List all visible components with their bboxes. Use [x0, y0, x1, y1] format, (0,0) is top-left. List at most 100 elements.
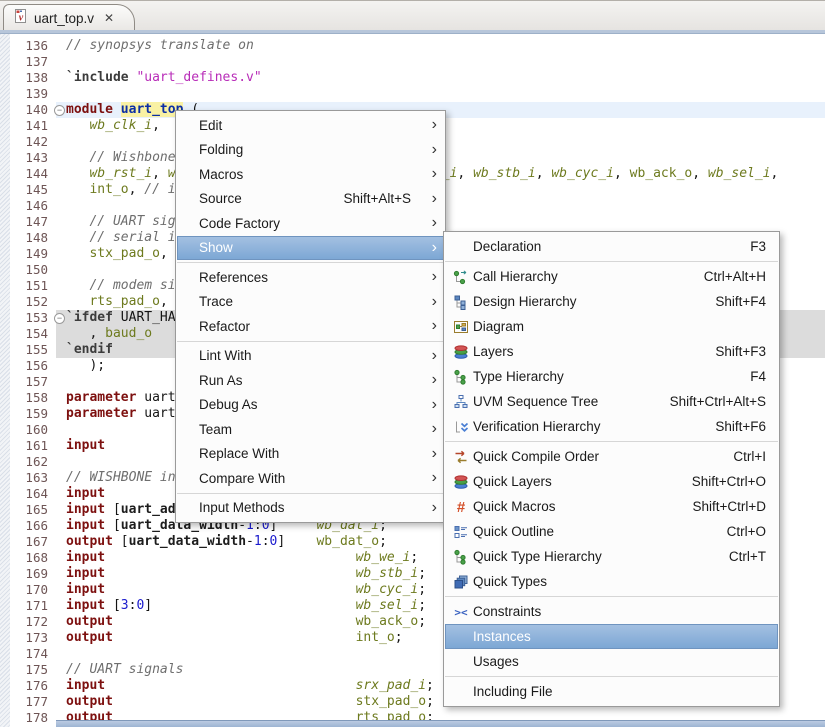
code-token: ,	[129, 182, 145, 197]
menu-item-diagram[interactable]: Diagram	[445, 314, 778, 339]
code-line	[66, 54, 825, 70]
code-token	[66, 150, 89, 165]
svg-text:#: #	[457, 499, 466, 515]
menu-item-constraints[interactable]: ><Constraints	[445, 599, 778, 624]
menu-item-folding[interactable]: Folding›	[177, 138, 444, 163]
code-token: ,	[66, 326, 105, 341]
menu-item-lint-with[interactable]: Lint With›	[177, 344, 444, 369]
submenu-arrow-icon: ›	[421, 372, 444, 388]
menu-item-run-as[interactable]: Run As›	[177, 368, 444, 393]
menu-separator	[177, 493, 444, 494]
code-token: ;	[418, 582, 426, 597]
menu-item-uvm-sequence-tree[interactable]: UVM Sequence TreeShift+Ctrl+Alt+S	[445, 389, 778, 414]
fold-collapse-icon[interactable]: −	[54, 313, 65, 324]
blank-icon	[451, 239, 471, 255]
menu-item-shortcut: Ctrl+T	[729, 549, 778, 564]
menu-item-input-methods[interactable]: Input Methods›	[177, 496, 444, 521]
line-number: 175	[10, 662, 52, 678]
menu-item-label: Input Methods	[199, 500, 285, 515]
line-number: 158	[10, 390, 52, 406]
menu-item-shortcut: Shift+Alt+S	[343, 191, 421, 206]
menu-item-label: Quick Compile Order	[473, 449, 599, 464]
fold-collapse-icon[interactable]: −	[54, 105, 65, 116]
blank-icon	[451, 684, 471, 700]
menu-item-quick-compile-order[interactable]: Quick Compile Order Ctrl+I	[445, 444, 778, 469]
menu-item-replace-with[interactable]: Replace With›	[177, 442, 444, 467]
code-token	[105, 550, 355, 565]
menu-item-trace[interactable]: Trace›	[177, 290, 444, 315]
menu-item-references[interactable]: References›	[177, 265, 444, 290]
line-number: 148	[10, 230, 52, 246]
menu-item-edit[interactable]: Edit›	[177, 113, 444, 138]
line-number-ruler[interactable]: 1361371381391401411421431441451461471481…	[10, 38, 52, 726]
line-number: 176	[10, 678, 52, 694]
submenu-arrow-icon: ›	[421, 215, 444, 231]
menu-item-label: Debug As	[199, 397, 258, 412]
menu-item-label: Usages	[473, 654, 519, 669]
code-token: ;	[379, 534, 387, 549]
menu-separator	[445, 261, 778, 262]
menu-item-usages[interactable]: Usages	[445, 649, 778, 674]
code-token	[66, 214, 89, 229]
menu-item-show[interactable]: Show›	[177, 236, 444, 261]
menu-item-instances[interactable]: Instances	[445, 624, 778, 649]
menu-item-debug-as[interactable]: Debug As›	[177, 393, 444, 418]
code-token: wb_sel_i	[356, 598, 419, 613]
menu-separator	[177, 262, 444, 263]
menu-item-label: Declaration	[473, 239, 541, 254]
menu-item-declaration[interactable]: DeclarationF3	[445, 234, 778, 259]
menu-item-label: Quick Types	[473, 574, 547, 589]
menu-item-including-file[interactable]: Including File	[445, 679, 778, 704]
tab-uart-top-v[interactable]: v uart_top.v ✕	[3, 4, 135, 31]
menu-item-label: UVM Sequence Tree	[473, 394, 598, 409]
line-number: 155	[10, 342, 52, 358]
editor-tab-bar: v uart_top.v ✕	[0, 0, 825, 30]
menu-item-label: Type Hierarchy	[473, 369, 564, 384]
code-token: ,	[692, 166, 708, 181]
menu-item-refactor[interactable]: Refactor›	[177, 314, 444, 339]
quick-macros-icon: #	[451, 499, 471, 515]
submenu-arrow-icon: ›	[421, 294, 444, 310]
menu-item-label: Lint With	[199, 348, 252, 363]
code-token: wb_stb_i	[356, 566, 419, 581]
line-number: 152	[10, 294, 52, 310]
menu-item-call-hierarchy[interactable]: Call HierarchyCtrl+Alt+H	[445, 264, 778, 289]
code-token	[152, 598, 356, 613]
menu-item-quick-macros[interactable]: #Quick MacrosShift+Ctrl+D	[445, 494, 778, 519]
horizontal-scrollbar[interactable]	[56, 720, 825, 727]
code-token: ,	[152, 166, 168, 181]
line-number: 167	[10, 534, 52, 550]
tab-close-icon[interactable]: ✕	[104, 11, 114, 25]
layers-icon	[451, 344, 471, 360]
menu-item-shortcut: Shift+F6	[715, 419, 778, 434]
menu-item-shortcut: F4	[750, 369, 778, 384]
menu-item-source[interactable]: SourceShift+Alt+S›	[177, 187, 444, 212]
line-number: 168	[10, 550, 52, 566]
line-number: 150	[10, 262, 52, 278]
menu-item-macros[interactable]: Macros›	[177, 162, 444, 187]
menu-item-quick-layers[interactable]: Quick LayersShift+Ctrl+O	[445, 469, 778, 494]
line-number: 162	[10, 454, 52, 470]
menu-item-layers[interactable]: LayersShift+F3	[445, 339, 778, 364]
menu-item-quick-types[interactable]: Quick Types	[445, 569, 778, 594]
menu-item-code-factory[interactable]: Code Factory›	[177, 211, 444, 236]
menu-item-label: Team	[199, 422, 232, 437]
menu-item-quick-type-hierarchy[interactable]: Quick Type HierarchyCtrl+T	[445, 544, 778, 569]
menu-item-verification-hierarchy[interactable]: Verification HierarchyShift+F6	[445, 414, 778, 439]
menu-item-design-hierarchy[interactable]: Design HierarchyShift+F4	[445, 289, 778, 314]
code-token: ,	[160, 294, 176, 309]
menu-item-compare-with[interactable]: Compare With›	[177, 466, 444, 491]
line-number: 157	[10, 374, 52, 390]
code-token: input	[66, 550, 105, 565]
menu-item-shortcut: Ctrl+I	[733, 449, 778, 464]
line-number: 170	[10, 582, 52, 598]
code-token: baud_o	[105, 326, 152, 341]
menu-item-team[interactable]: Team›	[177, 417, 444, 442]
folding-ruler: −−	[52, 38, 66, 727]
code-token: [	[105, 502, 121, 517]
menu-item-type-hierarchy[interactable]: Type Hierarchy F4	[445, 364, 778, 389]
menu-item-quick-outline[interactable]: Quick OutlineCtrl+O	[445, 519, 778, 544]
code-token: wb_sel_i	[708, 166, 771, 181]
marker-ruler[interactable]	[0, 34, 10, 727]
menu-item-label: Refactor	[199, 319, 250, 334]
